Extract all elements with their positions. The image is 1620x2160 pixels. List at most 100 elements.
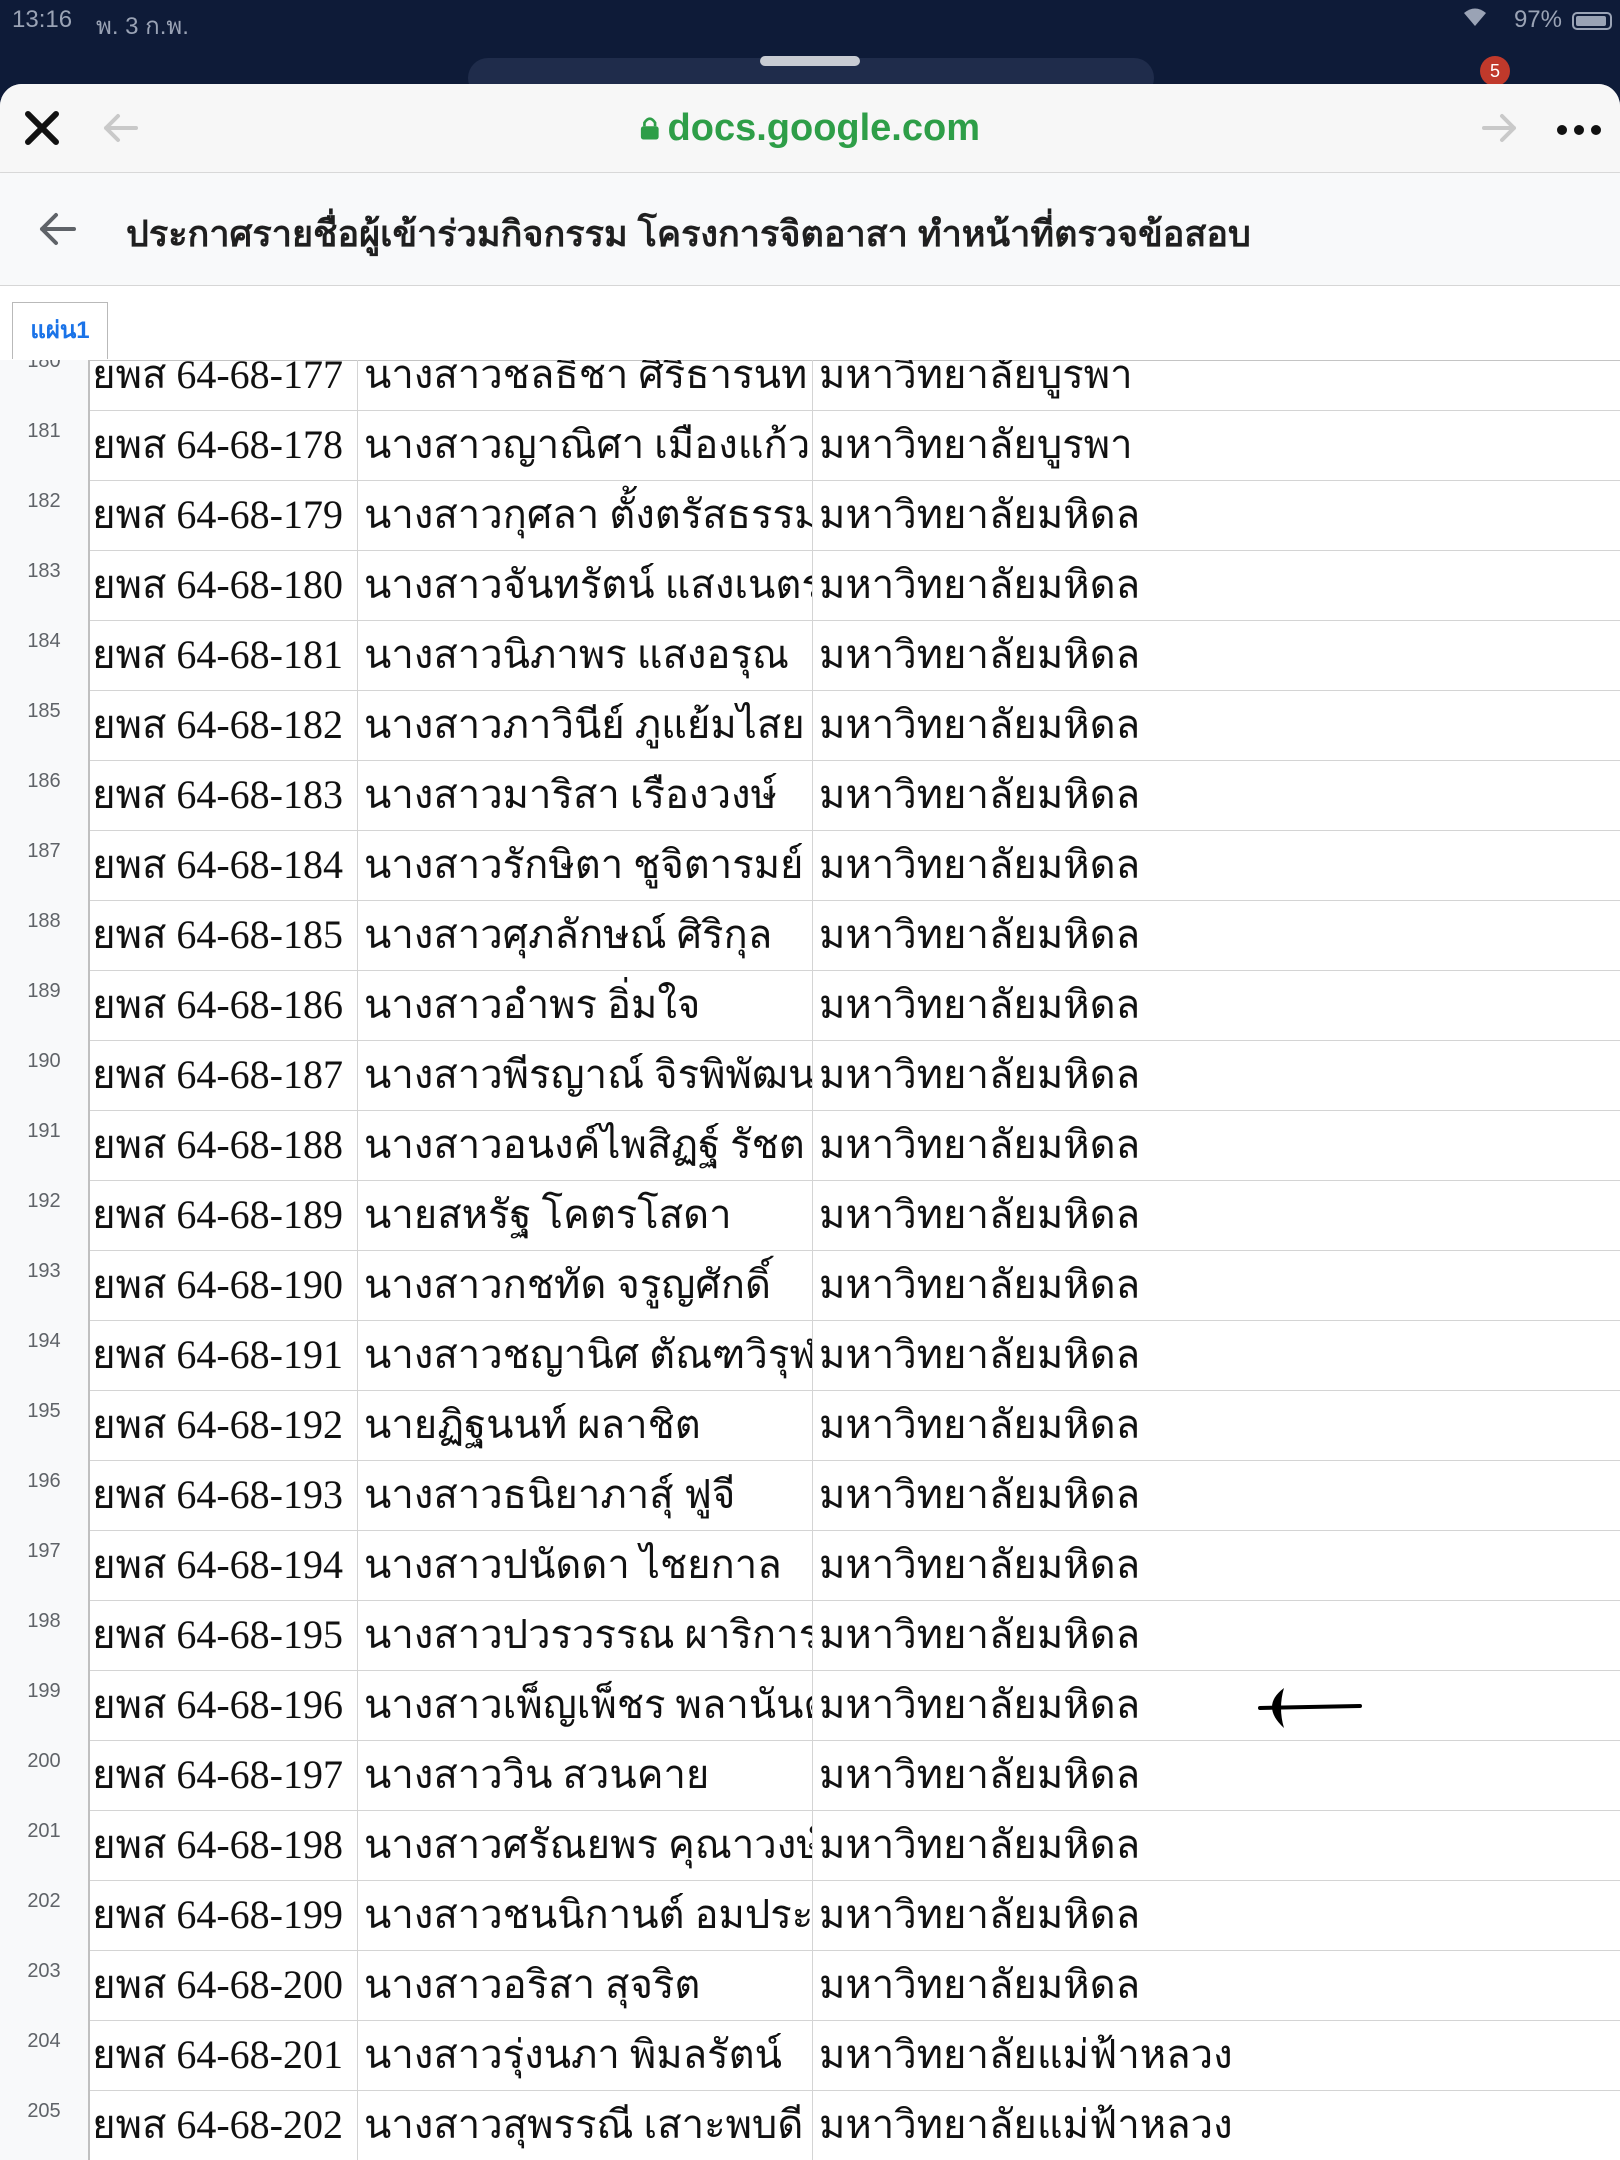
cell-code[interactable]: ยพส 64-68-194 — [90, 1530, 358, 1600]
row-number[interactable]: 192 — [0, 1180, 90, 1250]
cell-name[interactable]: นางสาวรักษิตา ชูจิตารมย์ — [358, 830, 813, 900]
cell-code[interactable]: ยพส 64-68-188 — [90, 1110, 358, 1180]
cell-name[interactable]: นางสาวชญานิศ ตัณฑวิรุฬ — [358, 1320, 813, 1390]
table-row[interactable]: 185 ยพส 64-68-182 นางสาวภาวินีย์ ภูแย้มไสย… — [0, 690, 1620, 761]
cell-code[interactable]: ยพส 64-68-200 — [90, 1950, 358, 2020]
cell-university[interactable]: มหาวิทยาลัยมหิดล — [813, 1740, 1620, 1810]
doc-back-arrow-icon[interactable] — [36, 209, 78, 249]
cell-code[interactable]: ยพส 64-68-182 — [90, 690, 358, 760]
cell-university[interactable]: มหาวิทยาลัยมหิดล — [813, 690, 1620, 760]
table-row[interactable]: 186 ยพส 64-68-183 นางสาวมาริสา เรืองวงษ์ มห… — [0, 760, 1620, 831]
cell-code[interactable]: ยพส 64-68-187 — [90, 1040, 358, 1110]
cell-code[interactable]: ยพส 64-68-195 — [90, 1600, 358, 1670]
row-number[interactable]: 180 — [0, 360, 90, 410]
cell-name[interactable]: นางสาวศุภลักษณ์ ศิริกุล — [358, 900, 813, 970]
cell-code[interactable]: ยพส 64-68-201 — [90, 2020, 358, 2090]
cell-university[interactable]: มหาวิทยาลัยมหิดล — [813, 900, 1620, 970]
cell-name[interactable]: นางสาวธนิยาภาสุ์ ฟูจี — [358, 1460, 813, 1530]
cell-code[interactable]: ยพส 64-68-193 — [90, 1460, 358, 1530]
cell-university[interactable]: มหาวิทยาลัยมหิดล — [813, 550, 1620, 620]
cell-name[interactable]: นางสาวเพ็ญเพ็ชร พลานันต — [358, 1670, 813, 1740]
row-number[interactable]: 193 — [0, 1250, 90, 1320]
cell-code[interactable]: ยพส 64-68-196 — [90, 1670, 358, 1740]
cell-name[interactable]: นางสาวพีรญาณ์ จิรพิพัฒน — [358, 1040, 813, 1110]
table-row[interactable]: 193 ยพส 64-68-190 นางสาวกชทัด จรูญศักดิ์ มห… — [0, 1250, 1620, 1321]
table-row[interactable]: 202 ยพส 64-68-199 นางสาวชนนิกานต์ อมประ มหา… — [0, 1880, 1620, 1951]
row-number[interactable]: 202 — [0, 1880, 90, 1950]
close-icon[interactable] — [22, 108, 62, 148]
row-number[interactable]: 188 — [0, 900, 90, 970]
row-number[interactable]: 191 — [0, 1110, 90, 1180]
cell-name[interactable]: นางสาวอนงค์ไพสิฏฐ์ รัชต — [358, 1110, 813, 1180]
row-number[interactable]: 195 — [0, 1390, 90, 1460]
back-arrow-icon[interactable] — [100, 112, 140, 144]
table-row[interactable]: 198 ยพส 64-68-195 นางสาวปวรวรรณ ผาริการ มหา… — [0, 1600, 1620, 1671]
cell-university[interactable]: มหาวิทยาลัยมหิดล — [813, 1320, 1620, 1390]
row-number[interactable]: 203 — [0, 1950, 90, 2020]
row-number[interactable]: 187 — [0, 830, 90, 900]
table-row[interactable]: 181 ยพส 64-68-178 นางสาวญาณิศา เมืองแก้ว มห… — [0, 410, 1620, 481]
cell-code[interactable]: ยพส 64-68-191 — [90, 1320, 358, 1390]
table-row[interactable]: 182 ยพส 64-68-179 นางสาวกุศลา ตั้งตรัสธรรม… — [0, 480, 1620, 551]
cell-code[interactable]: ยพส 64-68-198 — [90, 1810, 358, 1880]
cell-name[interactable]: นางสาวจันทรัตน์ แสงเนตร — [358, 550, 813, 620]
row-number[interactable]: 183 — [0, 550, 90, 620]
table-row[interactable]: 196 ยพส 64-68-193 นางสาวธนิยาภาสุ์ ฟูจี มหา… — [0, 1460, 1620, 1531]
table-row[interactable]: 197 ยพส 64-68-194 นางสาวปนัดดา ไชยกาล มหาวิ… — [0, 1530, 1620, 1601]
row-number[interactable]: 197 — [0, 1530, 90, 1600]
cell-university[interactable]: มหาวิทยาลัยมหิดล — [813, 1810, 1620, 1880]
cell-code[interactable]: ยพส 64-68-192 — [90, 1390, 358, 1460]
cell-code[interactable]: ยพส 64-68-197 — [90, 1740, 358, 1810]
row-number[interactable]: 185 — [0, 690, 90, 760]
row-number[interactable]: 198 — [0, 1600, 90, 1670]
cell-code[interactable]: ยพส 64-68-184 — [90, 830, 358, 900]
cell-code[interactable]: ยพส 64-68-202 — [90, 2090, 358, 2160]
row-number[interactable]: 194 — [0, 1320, 90, 1390]
row-number[interactable]: 189 — [0, 970, 90, 1040]
more-options-icon[interactable] — [1556, 124, 1602, 136]
cell-code[interactable]: ยพส 64-68-177 — [90, 360, 358, 410]
cell-name[interactable]: นางสาวญาณิศา เมืองแก้ว — [358, 410, 813, 480]
cell-university[interactable]: มหาวิทยาลัยมหิดล — [813, 1250, 1620, 1320]
cell-name[interactable]: นางสาวศรัณยพร คุณาวงษ์ — [358, 1810, 813, 1880]
row-number[interactable]: 181 — [0, 410, 90, 480]
cell-university[interactable]: มหาวิทยาลัยมหิดล — [813, 970, 1620, 1040]
row-number[interactable]: 190 — [0, 1040, 90, 1110]
cell-name[interactable]: นางสาวอริสา สุจริต — [358, 1950, 813, 2020]
cell-name[interactable]: นางสาวมาริสา เรืองวงษ์ — [358, 760, 813, 830]
cell-university[interactable]: มหาวิทยาลัยมหิดล — [813, 1460, 1620, 1530]
row-number[interactable]: 184 — [0, 620, 90, 690]
cell-university[interactable]: มหาวิทยาลัยมหิดล — [813, 1950, 1620, 2020]
table-row[interactable]: 203 ยพส 64-68-200 นางสาวอริสา สุจริต มหาวิท… — [0, 1950, 1620, 2021]
cell-name[interactable]: นางสาวชลธิชา ศิริธารนท — [358, 360, 813, 410]
cell-name[interactable]: นายสหรัฐ โคตรโสดา — [358, 1180, 813, 1250]
cell-name[interactable]: นางสาวภาวินีย์ ภูแย้มไสย — [358, 690, 813, 760]
cell-code[interactable]: ยพส 64-68-178 — [90, 410, 358, 480]
table-row[interactable]: 187 ยพส 64-68-184 นางสาวรักษิตา ชูจิตารมย์… — [0, 830, 1620, 901]
sheet-tab[interactable]: แผ่น1 — [12, 302, 108, 359]
table-row[interactable]: 192 ยพส 64-68-189 นายสหรัฐ โคตรโสดา มหาวิทย… — [0, 1180, 1620, 1251]
cell-name[interactable]: นางสาวปวรวรรณ ผาริการ — [358, 1600, 813, 1670]
table-row[interactable]: 190 ยพส 64-68-187 นางสาวพีรญาณ์ จิรพิพัฒนม… — [0, 1040, 1620, 1111]
table-row[interactable]: 200 ยพส 64-68-197 นางสาววิน สวนคาย มหาวิทยา… — [0, 1740, 1620, 1811]
cell-university[interactable]: มหาวิทยาลัยแม่ฟ้าหลวง — [813, 2090, 1620, 2160]
cell-code[interactable]: ยพส 64-68-186 — [90, 970, 358, 1040]
cell-university[interactable]: มหาวิทยาลัยมหิดล — [813, 1530, 1620, 1600]
cell-university[interactable]: มหาวิทยาลัยมหิดล — [813, 1180, 1620, 1250]
row-number[interactable]: 199 — [0, 1670, 90, 1740]
cell-name[interactable]: นางสาวกุศลา ตั้งตรัสธรรม — [358, 480, 813, 550]
cell-university[interactable]: มหาวิทยาลัยมหิดล — [813, 760, 1620, 830]
row-number[interactable]: 205 — [0, 2090, 90, 2160]
cell-name[interactable]: นางสาวปนัดดา ไชยกาล — [358, 1530, 813, 1600]
table-row[interactable]: 195 ยพส 64-68-192 นายฏิฐนนท์ ผลาชิต มหาวิทย… — [0, 1390, 1620, 1461]
table-row[interactable]: 194 ยพส 64-68-191 นางสาวชญานิศ ตัณฑวิรุฬ มห… — [0, 1320, 1620, 1391]
cell-code[interactable]: ยพส 64-68-179 — [90, 480, 358, 550]
row-number[interactable]: 196 — [0, 1460, 90, 1530]
url-display[interactable]: docs.google.com — [640, 104, 980, 152]
cell-university[interactable]: มหาวิทยาลัยมหิดล — [813, 620, 1620, 690]
cell-university[interactable]: มหาวิทยาลัยมหิดล — [813, 1110, 1620, 1180]
cell-university[interactable]: มหาวิทยาลัยมหิดล — [813, 1600, 1620, 1670]
cell-university[interactable]: มหาวิทยาลัยมหิดล — [813, 1880, 1620, 1950]
cell-code[interactable]: ยพส 64-68-189 — [90, 1180, 358, 1250]
forward-arrow-icon[interactable] — [1480, 112, 1520, 144]
